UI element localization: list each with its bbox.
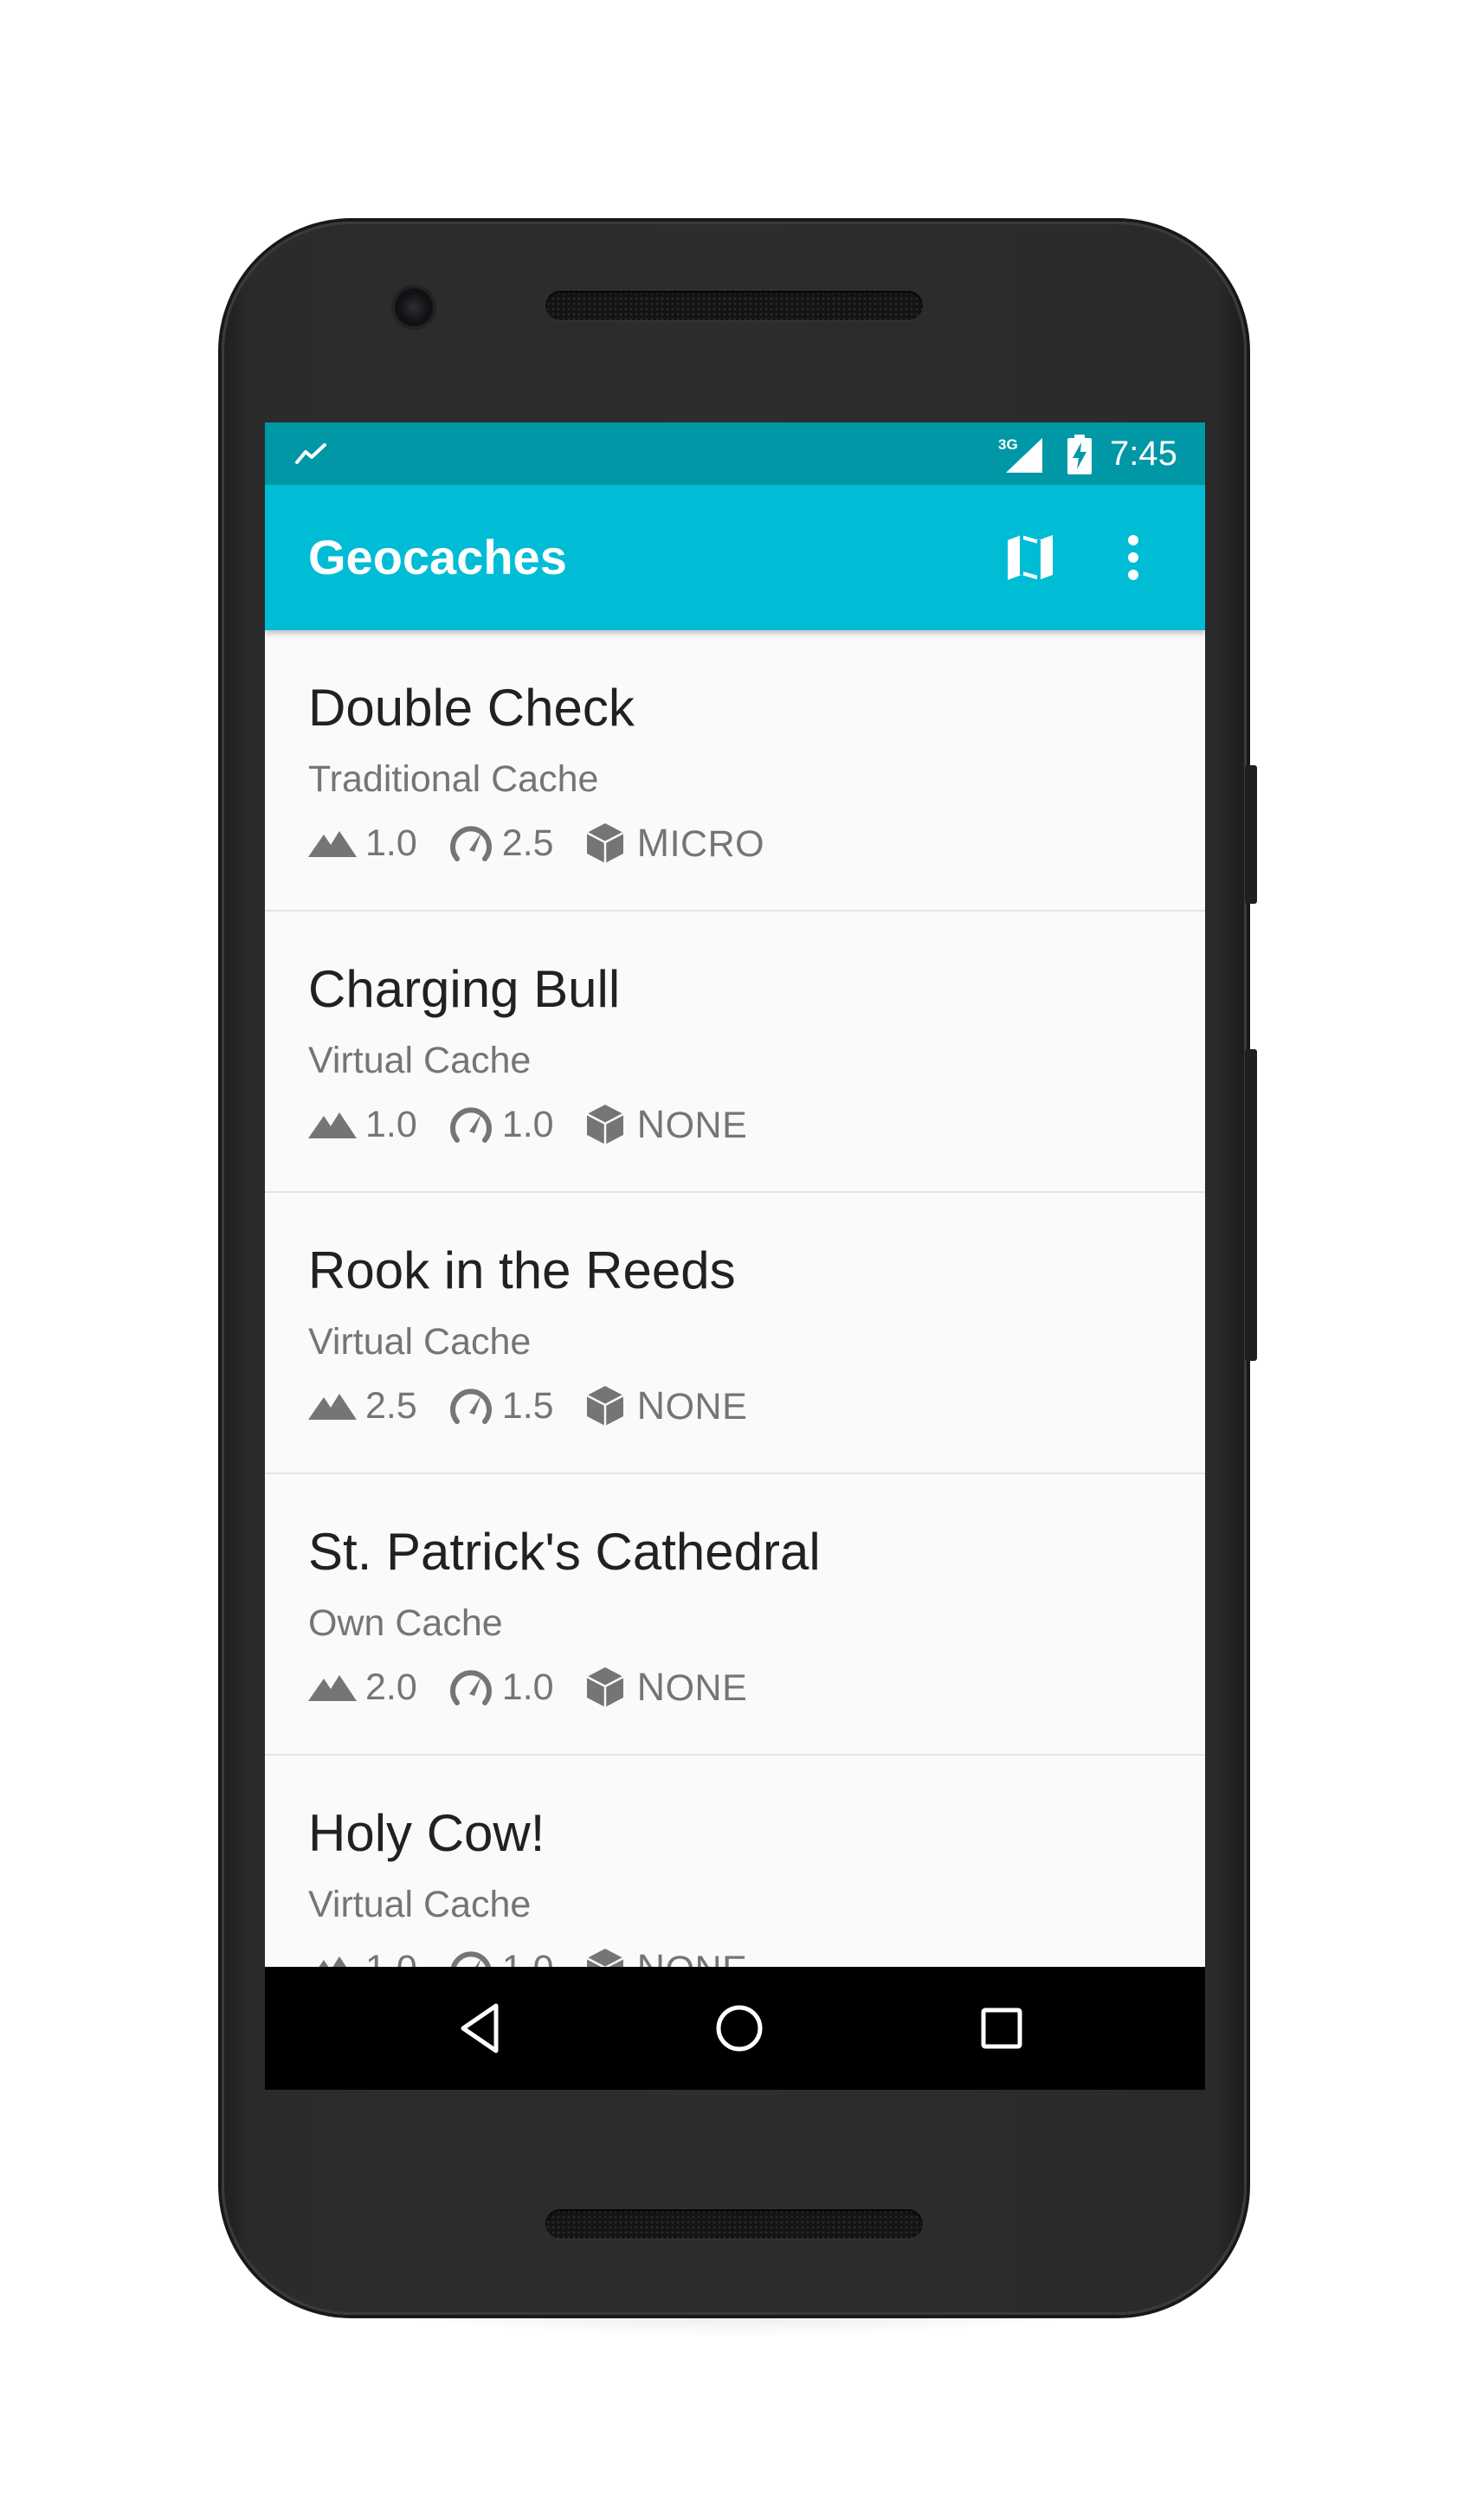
- cache-type: Virtual Cache: [308, 1040, 532, 1081]
- difficulty-gauge-icon: [449, 1107, 492, 1143]
- activity-icon: [295, 443, 326, 464]
- container-size-icon: [585, 1667, 624, 1707]
- list-item[interactable]: Holy Cow! Virtual Cache 1.0 1.0: [265, 1756, 1205, 1967]
- navigation-bar: [265, 1967, 1205, 2090]
- volume-rocker: [1245, 1049, 1257, 1361]
- difficulty-value: 1.5: [501, 1385, 554, 1427]
- container-size-icon: [585, 1386, 624, 1426]
- map-icon: [1008, 535, 1053, 580]
- cell-signal-icon: 3G: [998, 436, 1042, 473]
- cache-name: Double Check: [308, 679, 635, 737]
- terrain-value: 1.0: [365, 822, 417, 864]
- overflow-menu-button[interactable]: [1110, 528, 1157, 587]
- network-label: 3G: [998, 436, 1018, 453]
- container-size-value: None: [636, 1664, 748, 1709]
- difficulty-value: 1.0: [502, 1946, 554, 1967]
- container-size-value: None: [637, 1946, 748, 1968]
- earpiece-speaker: [545, 291, 923, 320]
- terrain-icon: [308, 1394, 357, 1420]
- terrain-value: 1.0: [365, 1104, 417, 1145]
- list-item[interactable]: Rook in the Reeds Virtual Cache 2.5 1.5: [265, 1193, 1205, 1474]
- cache-name: Holy Cow!: [308, 1804, 545, 1862]
- more-vert-icon: [1128, 535, 1138, 580]
- cache-attributes: 1.0 1.0 None: [308, 1946, 747, 1967]
- cache-type: Virtual Cache: [308, 1884, 532, 1925]
- cache-name: St. Patrick's Cathedral: [308, 1523, 821, 1581]
- difficulty-value: 1.0: [501, 1666, 554, 1708]
- terrain-icon: [308, 1675, 357, 1701]
- terrain-icon: [319, 1956, 346, 1967]
- container-size-icon: [585, 823, 624, 863]
- back-icon[interactable]: [451, 1997, 513, 2059]
- map-button[interactable]: [1001, 528, 1060, 587]
- cache-type: Traditional Cache: [308, 758, 599, 800]
- recents-icon[interactable]: [970, 1997, 1033, 2059]
- cache-attributes: 1.0 2.5 Micro: [308, 821, 764, 866]
- terrain-value: 1.0: [365, 1946, 417, 1967]
- battery-charging-icon: [1067, 435, 1092, 474]
- difficulty-value: 1.0: [501, 1104, 554, 1145]
- terrain-value: 2.0: [365, 1666, 417, 1708]
- screen: 3G 7:45 Geocaches Double Check Tradition…: [265, 422, 1205, 2090]
- app-bar: Geocaches: [265, 485, 1205, 630]
- difficulty-value: 2.5: [501, 822, 554, 864]
- difficulty-gauge-icon: [449, 1389, 492, 1424]
- home-icon[interactable]: [708, 1997, 770, 2059]
- difficulty-gauge-icon: [450, 1951, 491, 1967]
- cache-attributes: 1.0 1.0 None: [308, 1102, 747, 1147]
- container-size-value: Micro: [636, 820, 765, 865]
- cache-attributes: 2.0 1.0 None: [308, 1665, 747, 1710]
- page-title: Geocaches: [308, 530, 567, 584]
- power-button: [1245, 765, 1257, 904]
- terrain-icon: [308, 831, 357, 857]
- cache-name: Charging Bull: [308, 960, 621, 1018]
- cache-type: Virtual Cache: [308, 1321, 532, 1363]
- terrain-icon: [308, 1112, 357, 1138]
- list-item[interactable]: St. Patrick's Cathedral Own Cache 2.0 1.…: [265, 1474, 1205, 1756]
- list-item[interactable]: Charging Bull Virtual Cache 1.0 1.0 NONE: [265, 912, 1205, 1193]
- cache-name: Rook in the Reeds: [308, 1241, 736, 1299]
- terrain-value: 2.5: [365, 1385, 417, 1427]
- cache-type: Own Cache: [308, 1602, 503, 1644]
- geocache-list[interactable]: Double Check Traditional Cache 1.0 2.5 M…: [265, 630, 1205, 1967]
- status-time: 7:45: [1110, 435, 1177, 473]
- front-camera: [395, 288, 433, 326]
- status-bar: 3G 7:45: [265, 422, 1205, 485]
- container-size-icon: [585, 1949, 624, 1967]
- container-size-value: None: [636, 1382, 748, 1428]
- bottom-speaker: [545, 2209, 923, 2239]
- difficulty-gauge-icon: [449, 1670, 492, 1705]
- difficulty-gauge-icon: [449, 826, 492, 861]
- cache-attributes: 2.5 1.5 None: [308, 1383, 747, 1428]
- list-item[interactable]: Double Check Traditional Cache 1.0 2.5 M…: [265, 630, 1205, 912]
- container-size-icon: [585, 1105, 624, 1144]
- container-size-value: None: [636, 1101, 748, 1146]
